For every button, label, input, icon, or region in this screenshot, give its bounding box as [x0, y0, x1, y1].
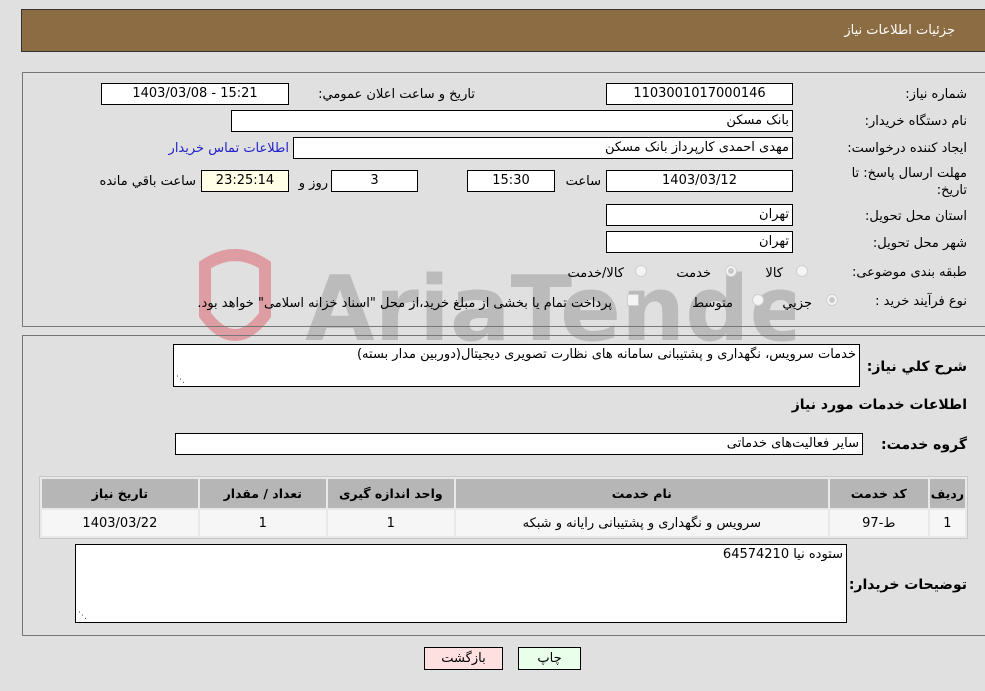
table-header-row: ردیف کد خدمت نام خدمت واحد اندازه گیری ت… — [42, 479, 965, 508]
description-label: شرح کلي نیاز: — [866, 359, 967, 375]
buyer-notes-label: توضیحات خریدار: — [848, 577, 967, 593]
cell-service-code: ط-97 — [829, 510, 928, 536]
announce-datetime-field: 1403/03/08 - 15:21 — [101, 83, 289, 105]
process-option-minor: جزيي — [782, 296, 812, 311]
services-section-title: اطلاعات خدمات مورد نیاز — [791, 397, 967, 413]
service-group-field: سایر فعالیت‌های خدماتی — [175, 433, 863, 455]
buyer-notes-textarea[interactable]: ستوده نیا 64574210 ⋰ — [75, 544, 847, 623]
description-text: خدمات سرویس، نگهداری و پشتیبانی سامانه ه… — [356, 347, 856, 362]
buyer-notes-text: ستوده نیا 64574210 — [722, 547, 843, 562]
page-header: جزئیات اطلاعات نیاز — [21, 9, 985, 52]
cell-row-number: 1 — [929, 510, 965, 536]
province-field: تهران — [606, 204, 793, 226]
treasury-checkbox[interactable] — [627, 294, 639, 306]
resize-grip-icon[interactable]: ⋰ — [176, 375, 185, 385]
deadline-date-field: 1403/03/12 — [606, 170, 793, 192]
requester-label: ایجاد کننده درخواست: — [847, 141, 967, 156]
need-number-label: شماره نیاز: — [905, 87, 967, 102]
category-radio-goods[interactable] — [796, 265, 808, 277]
cell-service-name: سرویس و نگهداری و پشتیبانی رایانه و شبکه — [455, 510, 828, 536]
cell-need-date: 1403/03/22 — [42, 510, 198, 536]
buyer-contact-link[interactable]: اطلاعات تماس خریدار — [169, 141, 289, 156]
process-radio-minor[interactable] — [826, 294, 838, 306]
province-label: استان محل تحویل: — [865, 209, 967, 224]
print-button[interactable]: چاپ — [518, 647, 581, 670]
service-group-label: گروه خدمت: — [881, 437, 967, 453]
cell-quantity: 1 — [199, 510, 326, 536]
announce-datetime-label: تاریخ و ساعت اعلان عمومي: — [318, 87, 475, 102]
remaining-time-label: ساعت باقي مانده — [99, 174, 196, 189]
city-field: تهران — [606, 231, 793, 253]
deadline-time-label: ساعت — [565, 174, 601, 189]
process-radio-medium[interactable] — [752, 294, 764, 306]
process-option-medium: متوسط — [692, 296, 733, 311]
col-header-service-name: نام خدمت — [455, 479, 828, 508]
requester-field: مهدی احمدی کارپرداز بانک مسکن — [293, 137, 793, 159]
buyer-org-label: نام دستگاه خریدار: — [864, 114, 967, 129]
cell-unit: 1 — [327, 510, 454, 536]
col-header-row-number: ردیف — [929, 479, 965, 508]
deadline-label-line2: تاریخ: — [936, 183, 967, 198]
category-label: طبقه بندی موضوعی: — [851, 265, 967, 280]
treasury-checkbox-label: پرداخت تمام یا بخشی از مبلغ خرید،از محل … — [197, 296, 612, 311]
resize-grip-icon[interactable]: ⋰ — [78, 611, 87, 621]
purchase-process-label: نوع فرآیند خرید : — [875, 294, 967, 309]
page-title: جزئیات اطلاعات نیاز — [844, 23, 955, 38]
deadline-label: مهلت ارسال پاسخ: تا — [851, 166, 967, 181]
city-label: شهر محل تحویل: — [872, 236, 967, 251]
buyer-org-field: بانک مسکن — [231, 110, 793, 132]
category-option-goods: کالا — [765, 266, 783, 281]
days-label: روز و — [298, 176, 328, 191]
category-option-service: خدمت — [676, 266, 711, 281]
remaining-days-field: 3 — [331, 170, 418, 192]
col-header-unit: واحد اندازه گیری — [327, 479, 454, 508]
services-table: ردیف کد خدمت نام خدمت واحد اندازه گیری ت… — [39, 476, 968, 539]
category-option-goods-service: کالا/خدمت — [567, 266, 624, 281]
back-button[interactable]: بازگشت — [424, 647, 503, 670]
category-radio-service[interactable] — [725, 265, 737, 277]
table-row: 1 ط-97 سرویس و نگهداری و پشتیبانی رایانه… — [42, 510, 965, 536]
col-header-need-date: تاریخ نیاز — [42, 479, 198, 508]
remaining-time-field: 23:25:14 — [201, 170, 289, 192]
col-header-service-code: کد خدمت — [829, 479, 928, 508]
col-header-quantity: تعداد / مقدار — [199, 479, 326, 508]
deadline-time-field: 15:30 — [467, 170, 555, 192]
need-number-field: 1103001017000146 — [606, 83, 793, 105]
description-textarea[interactable]: خدمات سرویس، نگهداری و پشتیبانی سامانه ه… — [173, 344, 860, 387]
category-radio-goods-service[interactable] — [635, 265, 647, 277]
